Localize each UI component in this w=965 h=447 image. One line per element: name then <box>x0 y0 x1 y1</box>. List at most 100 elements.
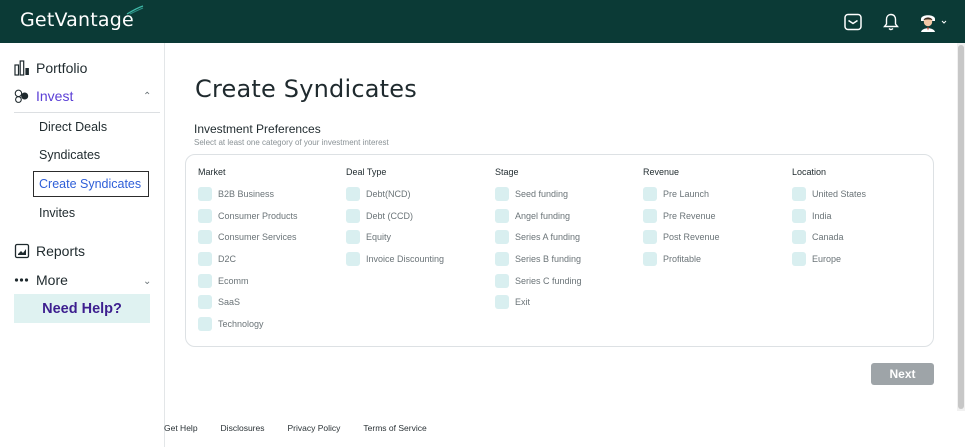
chevron-up-icon[interactable]: ⌃ <box>143 91 151 102</box>
preference-option[interactable]: SaaS <box>198 291 298 313</box>
checkbox[interactable] <box>198 251 212 266</box>
checkbox[interactable] <box>495 295 509 310</box>
checkbox[interactable] <box>198 295 212 310</box>
preference-option[interactable]: Equity <box>346 226 444 248</box>
option-label: Series A funding <box>515 232 581 243</box>
scrollbar-thumb[interactable] <box>958 45 964 409</box>
preference-option[interactable]: Pre Revenue <box>643 205 720 227</box>
chevron-down-icon[interactable]: ⌄ <box>143 276 151 287</box>
checkbox[interactable] <box>346 208 360 223</box>
preference-option[interactable]: Post Revenue <box>643 226 720 248</box>
preference-option[interactable]: Technology <box>198 313 298 335</box>
section-subtitle: Select at least one category of your inv… <box>194 138 389 147</box>
location-column: Location United States India Canada Europe <box>792 167 866 270</box>
deal-type-column: Deal Type Debt(NCD) Debt (CCD) Equity Invoic… <box>346 167 444 270</box>
preference-option[interactable]: Canada <box>792 226 866 248</box>
sidebar-item-portfolio[interactable]: Portfolio <box>14 60 87 76</box>
checkbox[interactable] <box>792 251 806 266</box>
checkbox[interactable] <box>198 186 212 201</box>
bell-icon[interactable] <box>879 10 903 34</box>
preference-option[interactable]: Seed funding <box>495 183 582 205</box>
preferences-card: Market B2B Business Consumer Products Consu… <box>185 154 934 347</box>
checkbox[interactable] <box>495 251 509 266</box>
sidebar-item-label: Reports <box>36 243 86 259</box>
checkbox[interactable] <box>346 186 360 201</box>
checkbox[interactable] <box>198 273 212 288</box>
option-label: Post Revenue <box>663 232 720 243</box>
preference-option[interactable]: Invoice Discounting <box>346 248 444 270</box>
next-button[interactable]: Next <box>871 363 934 385</box>
checkbox[interactable] <box>792 186 806 201</box>
checkbox[interactable] <box>792 208 806 223</box>
checkbox[interactable] <box>346 230 360 245</box>
option-label: United States <box>812 188 867 199</box>
checkbox[interactable] <box>495 230 509 245</box>
checkbox[interactable] <box>198 230 212 245</box>
need-help-button[interactable]: Need Help? <box>14 294 150 323</box>
preference-option[interactable]: B2B Business <box>198 183 298 205</box>
avatar-menu[interactable] <box>917 11 947 33</box>
preference-option[interactable]: Exit <box>495 291 582 313</box>
preference-option[interactable]: D2C <box>198 248 298 270</box>
preference-option[interactable]: Series B funding <box>495 248 582 270</box>
checkbox[interactable] <box>495 273 509 288</box>
option-label: Pre Revenue <box>663 210 716 221</box>
footer-link-privacy-policy[interactable]: Privacy Policy <box>287 423 340 433</box>
logo[interactable]: GetVantage <box>20 9 134 31</box>
preference-option[interactable]: Ecomm <box>198 270 298 292</box>
invest-icon <box>14 88 30 104</box>
preference-option[interactable]: Europe <box>792 248 866 270</box>
option-label: Consumer Services <box>218 232 297 243</box>
divider <box>14 112 160 113</box>
preference-option[interactable]: Profitable <box>643 248 720 270</box>
preference-option[interactable]: Consumer Services <box>198 226 298 248</box>
sidebar-subitem-syndicates[interactable]: Syndicates <box>39 148 100 162</box>
more-dots-icon <box>14 272 30 288</box>
mail-icon[interactable] <box>841 10 865 34</box>
preference-option[interactable]: India <box>792 205 866 227</box>
sidebar: Portfolio Invest ⌃ Direct Deals Syndicat… <box>0 43 165 447</box>
preference-option[interactable]: Debt(NCD) <box>346 183 444 205</box>
preference-option[interactable]: Series C funding <box>495 270 582 292</box>
top-bar: GetVantage <box>0 0 965 43</box>
preference-option[interactable]: Debt (CCD) <box>346 205 444 227</box>
stage-column: Stage Seed funding Angel funding Series A f… <box>495 167 582 313</box>
option-label: Debt (CCD) <box>366 210 414 221</box>
preference-option[interactable]: Series A funding <box>495 226 582 248</box>
sidebar-subitem-label: Create Syndicates <box>39 177 142 191</box>
option-label: Debt(NCD) <box>366 188 411 199</box>
preference-option[interactable]: United States <box>792 183 866 205</box>
option-label: Invoice Discounting <box>366 253 445 264</box>
checkbox[interactable] <box>495 208 509 223</box>
checkbox[interactable] <box>346 251 360 266</box>
checkbox[interactable] <box>643 230 657 245</box>
column-heading: Location <box>792 167 827 177</box>
sidebar-subitem-invites[interactable]: Invites <box>39 206 75 220</box>
sidebar-subitem-create-syndicates[interactable]: Create Syndicates <box>33 171 149 197</box>
avatar <box>917 11 939 33</box>
sidebar-item-more[interactable]: More <box>14 272 68 288</box>
option-label: Canada <box>812 232 844 243</box>
checkbox[interactable] <box>198 316 212 331</box>
sidebar-subitem-direct-deals[interactable]: Direct Deals <box>39 120 107 134</box>
checkbox[interactable] <box>643 251 657 266</box>
footer-link-get-help[interactable]: Get Help <box>164 423 198 433</box>
option-label: D2C <box>218 253 237 264</box>
column-heading: Stage <box>495 167 519 177</box>
sidebar-item-reports[interactable]: Reports <box>14 243 85 259</box>
checkbox[interactable] <box>643 186 657 201</box>
preference-option[interactable]: Angel funding <box>495 205 582 227</box>
checkbox[interactable] <box>792 230 806 245</box>
footer-link-terms-of-service[interactable]: Terms of Service <box>363 423 426 433</box>
checkbox[interactable] <box>198 208 212 223</box>
checkbox[interactable] <box>643 208 657 223</box>
document-icon <box>14 243 30 259</box>
preference-option[interactable]: Pre Launch <box>643 183 720 205</box>
sidebar-item-label: Invest <box>36 88 74 104</box>
checkbox[interactable] <box>495 186 509 201</box>
option-label: Ecomm <box>218 275 249 286</box>
preference-option[interactable]: Consumer Products <box>198 205 298 227</box>
column-heading: Revenue <box>643 167 680 177</box>
footer-link-disclosures[interactable]: Disclosures <box>221 423 265 433</box>
sidebar-item-invest[interactable]: Invest <box>14 88 73 104</box>
